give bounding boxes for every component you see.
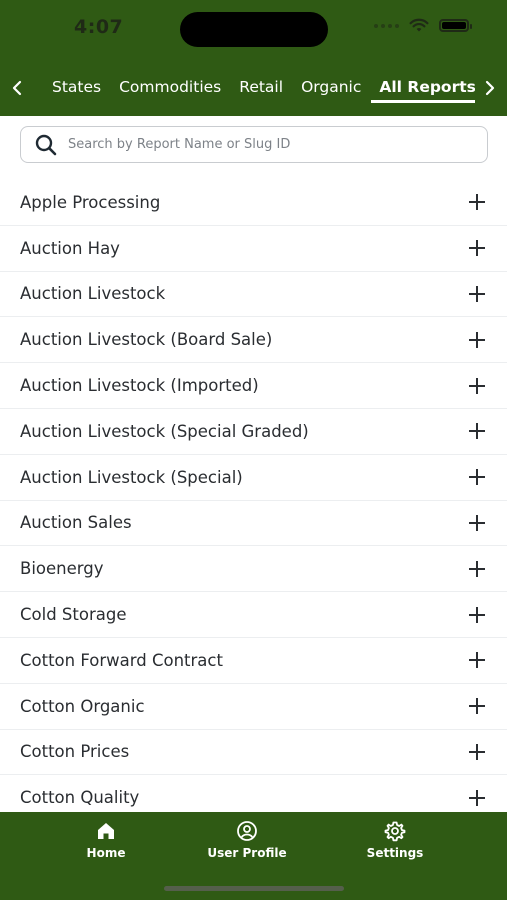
nav-user-profile[interactable]: User Profile: [187, 820, 307, 860]
expand-plus-icon[interactable]: [469, 469, 485, 486]
report-label: Auction Livestock (Board Sale): [20, 330, 273, 350]
expand-plus-icon[interactable]: [469, 285, 485, 302]
report-label: Auction Livestock (Special Graded): [20, 421, 309, 441]
chevron-right-icon: [485, 80, 495, 96]
expand-plus-icon[interactable]: [469, 240, 485, 257]
tab-organic[interactable]: Organic: [293, 70, 369, 106]
report-list-item[interactable]: Apple Processing: [0, 180, 507, 226]
report-list-item[interactable]: Cold Storage: [0, 592, 507, 638]
report-label: Apple Processing: [20, 192, 161, 212]
expand-plus-icon[interactable]: [469, 331, 485, 348]
dynamic-island: [180, 12, 328, 47]
expand-plus-icon[interactable]: [469, 789, 485, 806]
report-list-item[interactable]: Cotton Organic: [0, 684, 507, 730]
home-indicator: [164, 886, 344, 891]
tab-retail[interactable]: Retail: [231, 70, 291, 106]
settings-icon: [384, 821, 406, 842]
expand-plus-icon[interactable]: [469, 743, 485, 760]
status-icons: [374, 18, 472, 33]
report-list: Apple Processing Auction Hay Auction Lives…: [0, 180, 507, 812]
report-list-item[interactable]: Auction Livestock (Imported): [0, 363, 507, 409]
report-list-item[interactable]: Auction Livestock (Special Graded): [0, 409, 507, 455]
tab-all-reports[interactable]: All Reports: [371, 70, 475, 106]
tab-commodities[interactable]: Commodities: [111, 70, 229, 106]
expand-plus-icon[interactable]: [469, 652, 485, 669]
report-label: Cotton Forward Contract: [20, 650, 223, 670]
report-label: Auction Sales: [20, 513, 132, 533]
category-tabs: States Commodities Retail Organic All Report…: [0, 70, 507, 110]
report-list-item[interactable]: Bioenergy: [0, 546, 507, 593]
report-label: Cold Storage: [20, 605, 127, 625]
expand-plus-icon[interactable]: [469, 377, 485, 394]
app-header: 4:07 States Commodities Retail Organic All R…: [0, 0, 507, 116]
home-icon: [98, 823, 114, 839]
report-label: Cotton Quality: [20, 788, 140, 808]
report-list-item[interactable]: Auction Livestock: [0, 272, 507, 318]
nav-settings-label: Settings: [366, 846, 424, 860]
status-time: 4:07: [74, 16, 124, 38]
report-label: Auction Hay: [20, 238, 120, 258]
report-list-item[interactable]: Auction Livestock (Special): [0, 455, 507, 501]
cellular-signal-icon: [374, 23, 399, 28]
search-input[interactable]: [66, 136, 470, 153]
expand-plus-icon[interactable]: [469, 423, 485, 440]
expand-plus-icon[interactable]: [469, 698, 485, 715]
report-label: Auction Livestock (Special): [20, 467, 243, 487]
report-label: Auction Livestock (Imported): [20, 376, 259, 396]
tab-states[interactable]: States: [44, 70, 109, 106]
search-icon: [35, 134, 57, 155]
report-label: Bioenergy: [20, 559, 104, 579]
nav-home-label: Home: [86, 846, 126, 860]
chevron-left-icon: [12, 80, 22, 96]
report-label: Cotton Prices: [20, 742, 130, 762]
report-label: Auction Livestock: [20, 284, 166, 304]
report-list-item[interactable]: Auction Hay: [0, 226, 507, 272]
report-list-item[interactable]: Auction Livestock (Board Sale): [0, 317, 507, 364]
expand-plus-icon[interactable]: [469, 194, 485, 211]
report-list-item[interactable]: Auction Sales: [0, 501, 507, 547]
user-profile-icon: [237, 821, 257, 841]
battery-icon: [439, 19, 472, 32]
tabs-scroll-left-button[interactable]: [5, 75, 29, 101]
search-box[interactable]: [20, 126, 488, 163]
report-list-item[interactable]: Cotton Forward Contract: [0, 638, 507, 684]
report-list-item[interactable]: Cotton Quality: [0, 775, 507, 812]
nav-home[interactable]: Home: [46, 820, 166, 860]
expand-plus-icon[interactable]: [469, 606, 485, 623]
tabs-scroll-right-button[interactable]: [478, 75, 502, 101]
wifi-icon: [409, 18, 429, 32]
expand-plus-icon[interactable]: [469, 514, 485, 531]
nav-settings[interactable]: Settings: [335, 820, 455, 860]
tabs-strip: States Commodities Retail Organic All Report…: [44, 70, 475, 110]
report-list-item[interactable]: Cotton Prices: [0, 730, 507, 776]
expand-plus-icon[interactable]: [469, 560, 485, 577]
report-label: Cotton Organic: [20, 696, 145, 716]
nav-user-profile-label: User Profile: [207, 846, 287, 860]
